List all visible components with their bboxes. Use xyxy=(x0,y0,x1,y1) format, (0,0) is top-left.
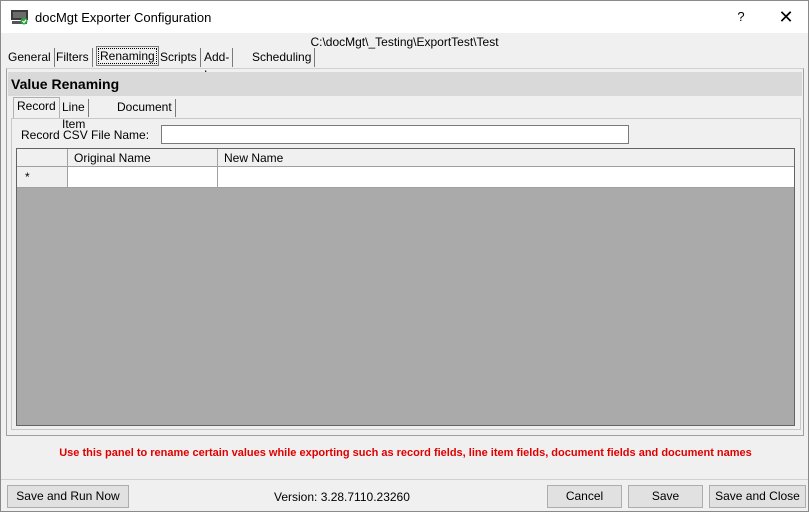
table-row-new: * xyxy=(17,167,794,188)
close-button[interactable]: ✕ xyxy=(763,1,809,33)
help-button[interactable]: ? xyxy=(721,1,761,33)
section-title: Value Renaming xyxy=(11,76,120,92)
tab-add-ins[interactable]: Add-Ins xyxy=(201,48,234,82)
computer-export-icon xyxy=(11,10,28,25)
new-name-cell[interactable] xyxy=(218,167,794,187)
save-and-run-button[interactable]: Save and Run Now xyxy=(7,485,129,508)
grid-header: Original Name New Name xyxy=(17,149,794,167)
renaming-grid[interactable]: Original Name New Name * xyxy=(16,148,795,426)
column-new-name[interactable]: New Name xyxy=(218,149,794,167)
csv-file-name-label: Record CSV File Name: xyxy=(21,128,150,142)
csv-file-name-input[interactable] xyxy=(161,125,629,144)
app-window: docMgt Exporter Configuration ? ✕ C:\doc… xyxy=(0,0,809,512)
tab-scripts[interactable]: Scripts xyxy=(157,48,201,67)
tab-general[interactable]: General xyxy=(5,48,55,67)
subtab-line-item[interactable]: Line Item xyxy=(59,99,90,131)
save-button[interactable]: Save xyxy=(628,485,703,508)
subtab-record[interactable]: Record xyxy=(13,97,60,118)
cancel-button[interactable]: Cancel xyxy=(547,485,622,508)
info-message: Use this panel to rename certain values … xyxy=(59,447,752,459)
section-header: Value Renaming xyxy=(8,72,802,96)
window-title: docMgt Exporter Configuration xyxy=(35,10,212,25)
subtab-document[interactable]: Document xyxy=(114,99,176,117)
new-row-marker[interactable]: * xyxy=(17,167,68,187)
original-name-cell[interactable] xyxy=(68,167,218,187)
version-label: Version: 3.28.7110.23260 xyxy=(274,490,410,504)
grid-corner-header xyxy=(17,149,68,167)
tab-filters[interactable]: Filters xyxy=(53,48,93,67)
save-and-close-button[interactable]: Save and Close xyxy=(709,485,806,508)
tab-renaming[interactable]: Renaming xyxy=(96,46,159,66)
title-bar: docMgt Exporter Configuration ? ✕ xyxy=(1,1,808,33)
column-original-name[interactable]: Original Name xyxy=(68,149,218,167)
tab-scheduling[interactable]: Scheduling xyxy=(249,48,316,67)
